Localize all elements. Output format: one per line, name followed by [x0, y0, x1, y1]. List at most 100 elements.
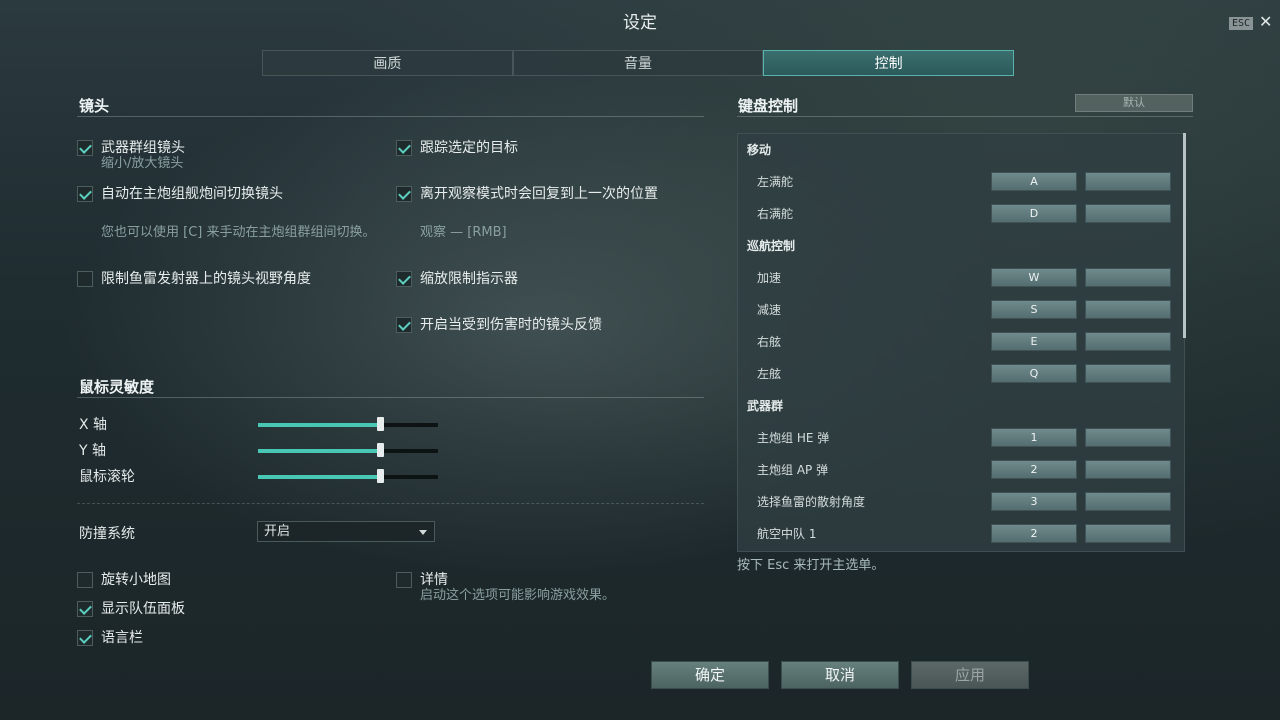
- secondary-key-button[interactable]: [1085, 332, 1171, 351]
- checkbox-box[interactable]: [77, 140, 93, 156]
- checkbox-box[interactable]: [77, 572, 93, 588]
- default-button[interactable]: 默认: [1075, 94, 1193, 112]
- secondary-key-button[interactable]: [1085, 204, 1171, 223]
- tab-sound[interactable]: 音量: [512, 50, 764, 76]
- checkbox-box[interactable]: [396, 140, 412, 156]
- hint-text: 您也可以使用 [C] 来手动在主炮组群组间切换。: [101, 225, 376, 240]
- checkbox-label: 离开观察模式时会回复到上一次的位置: [420, 186, 658, 202]
- action-label: 左满舵: [757, 175, 794, 189]
- primary-key-button[interactable]: 3: [991, 492, 1077, 511]
- secondary-key-button[interactable]: [1085, 524, 1171, 543]
- secondary-key-button[interactable]: [1085, 460, 1171, 479]
- keyboard-divider: [737, 116, 1193, 117]
- checkbox-language-bar[interactable]: 语言栏: [77, 629, 143, 647]
- apply-button[interactable]: 应用: [911, 661, 1029, 689]
- binding-group-header: 巡航控制: [738, 230, 1184, 262]
- checkbox-torpedo-camera-limit[interactable]: 限制鱼雷发射器上的镜头视野角度: [77, 270, 311, 288]
- secondary-key-button[interactable]: [1085, 492, 1171, 511]
- checkbox-team-panel[interactable]: 显示队伍面板: [77, 600, 185, 618]
- checkbox-box[interactable]: [396, 271, 412, 287]
- checkbox-label: 详情: [420, 572, 448, 588]
- cancel-button[interactable]: 取消: [781, 661, 899, 689]
- checkbox-box[interactable]: [77, 601, 93, 617]
- checkbox-label: 语言栏: [101, 630, 143, 646]
- checkbox-label: 缩放限制指示器: [420, 271, 518, 287]
- group-label: 移动: [747, 143, 772, 157]
- checkbox-damage-camera-feedback[interactable]: 开启当受到伤害时的镜头反馈: [396, 316, 602, 334]
- mouse-wheel-slider[interactable]: [258, 469, 438, 483]
- tab-graphics[interactable]: 画质: [262, 50, 513, 76]
- camera-divider: [77, 116, 704, 117]
- checkbox-box[interactable]: [396, 317, 412, 333]
- primary-key-button[interactable]: 1: [991, 428, 1077, 447]
- collision-label: 防撞系统: [79, 526, 135, 542]
- camera-section-title: 镜头: [79, 97, 110, 115]
- checkbox-box[interactable]: [396, 572, 412, 588]
- close-icon[interactable]: ✕: [1259, 14, 1272, 30]
- x-axis-slider[interactable]: [258, 417, 438, 431]
- tab-controls[interactable]: 控制: [763, 50, 1015, 76]
- checkbox-details[interactable]: 详情: [396, 571, 448, 589]
- binding-row: 主炮组 AP 弹 2: [738, 454, 1184, 486]
- primary-key-button[interactable]: W: [991, 268, 1077, 287]
- checkbox-box[interactable]: [77, 186, 93, 202]
- secondary-key-button[interactable]: [1085, 428, 1171, 447]
- keyboard-bindings-list[interactable]: 移动 左满舵 A 右满舵 D 巡航控制 加速 W 减速 S 右舷 E 左舷 Q …: [737, 133, 1185, 552]
- checkbox-label: 开启当受到伤害时的镜头反馈: [420, 317, 602, 333]
- primary-key-button[interactable]: S: [991, 300, 1077, 319]
- checkbox-box[interactable]: [77, 630, 93, 646]
- slider-knob[interactable]: [377, 417, 385, 431]
- primary-key-button[interactable]: 2: [991, 460, 1077, 479]
- action-label: 左舷: [757, 367, 782, 381]
- slider-knob[interactable]: [377, 469, 385, 483]
- collision-value: 开启: [264, 524, 291, 539]
- action-label: 航空中队 1: [757, 527, 817, 541]
- secondary-key-button[interactable]: [1085, 172, 1171, 191]
- slider-knob[interactable]: [377, 443, 385, 457]
- secondary-key-button[interactable]: [1085, 300, 1171, 319]
- binding-row: 航空中队 1 2: [738, 518, 1184, 550]
- binding-row: 减速 S: [738, 294, 1184, 326]
- binding-row: 左满舵 A: [738, 166, 1184, 198]
- primary-key-button[interactable]: D: [991, 204, 1077, 223]
- keyboard-list-scrollbar[interactable]: [1183, 133, 1186, 338]
- slider-fill: [258, 449, 381, 453]
- y-axis-slider[interactable]: [258, 443, 438, 457]
- checkbox-label: 武器群组镜头: [101, 140, 185, 156]
- slider-label: X 轴: [79, 417, 108, 433]
- action-label: 加速: [757, 271, 782, 285]
- hint-text: 启动这个选项可能影响游戏效果。: [420, 588, 616, 603]
- checkbox-rotate-minimap[interactable]: 旋转小地图: [77, 571, 171, 589]
- binding-row: 左舷 Q: [738, 358, 1184, 390]
- group-label: 武器群: [747, 399, 784, 413]
- mouse-divider: [77, 397, 704, 398]
- hint-text: 观察 — [RMB]: [420, 225, 507, 240]
- collision-select[interactable]: 开启: [257, 521, 435, 542]
- checkbox-box[interactable]: [396, 186, 412, 202]
- primary-key-button[interactable]: E: [991, 332, 1077, 351]
- checkbox-restore-position[interactable]: 离开观察模式时会回复到上一次的位置: [396, 185, 658, 203]
- primary-key-button[interactable]: Q: [991, 364, 1077, 383]
- group-label: 巡航控制: [747, 239, 796, 253]
- checkbox-auto-switch-camera[interactable]: 自动在主炮组舰炮间切换镜头: [77, 185, 283, 203]
- checkbox-zoom-limit-indicator[interactable]: 缩放限制指示器: [396, 270, 518, 288]
- secondary-key-button[interactable]: [1085, 364, 1171, 383]
- esc-badge: ESC: [1229, 17, 1254, 30]
- checkbox-weapon-group-camera[interactable]: 武器群组镜头: [77, 139, 185, 157]
- ok-button[interactable]: 确定: [651, 661, 769, 689]
- checkbox-box[interactable]: [77, 271, 93, 287]
- secondary-key-button[interactable]: [1085, 268, 1171, 287]
- slider-fill: [258, 475, 381, 479]
- binding-row: 选择鱼雷的散射角度 3: [738, 486, 1184, 518]
- primary-key-button[interactable]: A: [991, 172, 1077, 191]
- slider-label: 鼠标滚轮: [79, 469, 135, 485]
- chevron-down-icon: [419, 530, 427, 535]
- checkbox-track-target[interactable]: 跟踪选定的目标: [396, 139, 518, 157]
- primary-key-button[interactable]: 2: [991, 524, 1077, 543]
- slider-label: Y 轴: [79, 443, 107, 459]
- dashed-divider: [77, 503, 704, 504]
- hint-text: 缩小/放大镜头: [101, 156, 184, 171]
- esc-hint-text: 按下 Esc 来打开主选单。: [737, 558, 885, 573]
- binding-row: 加速 W: [738, 262, 1184, 294]
- action-label: 右满舵: [757, 207, 794, 221]
